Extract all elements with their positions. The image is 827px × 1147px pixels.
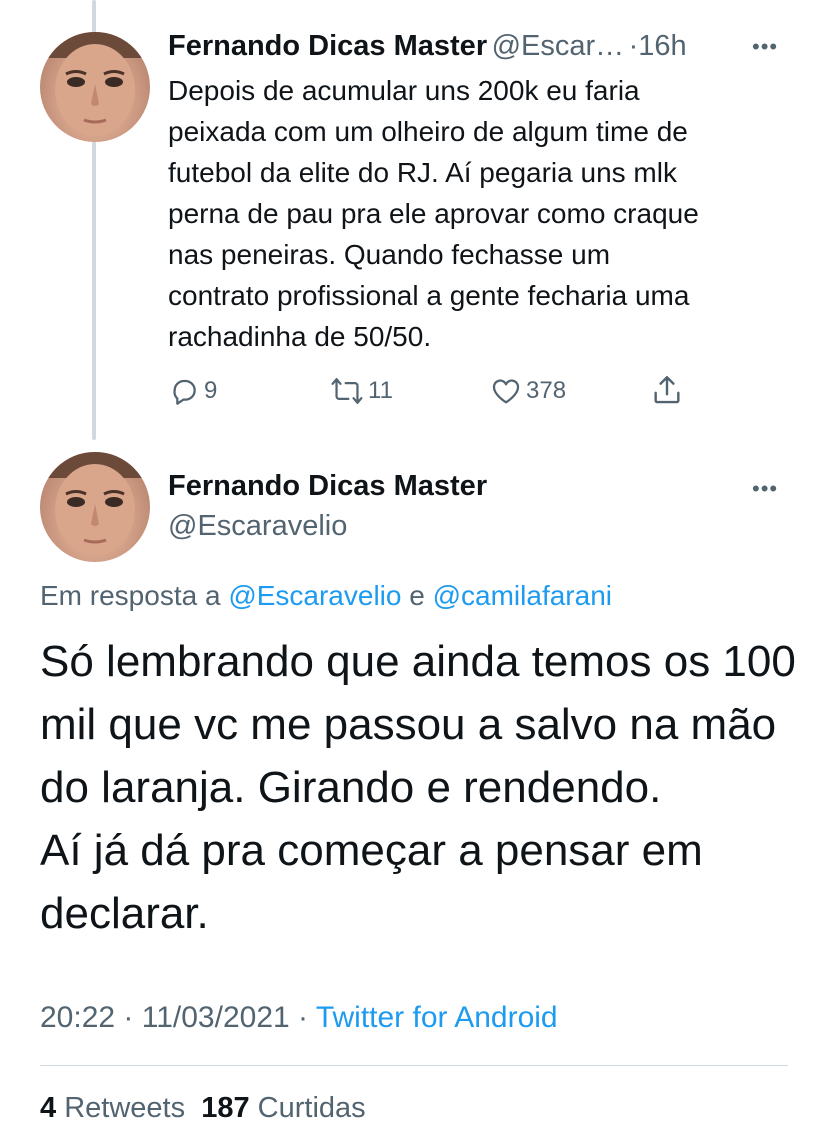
tweet-time[interactable]: 20:22 bbox=[40, 1001, 115, 1034]
date-separator: · bbox=[123, 1001, 134, 1034]
parent-tweet-time[interactable]: 16h bbox=[638, 30, 686, 62]
like-count: 378 bbox=[526, 377, 567, 404]
reply-context: Em resposta a @Escaravelio e @camilafara… bbox=[40, 580, 612, 612]
stats-divider bbox=[40, 1065, 788, 1066]
main-more-icon[interactable]: ••• bbox=[752, 476, 778, 502]
like-icon bbox=[490, 375, 522, 407]
share-icon bbox=[650, 372, 684, 408]
parent-tweet-text: Depois de acumular uns 200k eu faria pei… bbox=[168, 75, 699, 352]
reply-button[interactable]: 9 bbox=[168, 375, 217, 407]
likes-label: Curtidas bbox=[257, 1092, 366, 1124]
likes-stat[interactable]: 187 Curtidas bbox=[201, 1092, 365, 1124]
main-author-name[interactable]: Fernando Dicas Master bbox=[168, 470, 487, 503]
share-button[interactable] bbox=[650, 372, 684, 408]
retweets-stat[interactable]: 4 Retweets bbox=[40, 1092, 185, 1124]
likes-count: 187 bbox=[201, 1092, 250, 1124]
reply-user-link-1[interactable]: @Escaravelio bbox=[228, 580, 401, 611]
retweet-icon bbox=[330, 375, 364, 407]
reply-user-link-2[interactable]: @camilafarani bbox=[433, 580, 612, 611]
parent-author-handle[interactable]: @Escar… bbox=[492, 30, 625, 62]
tweet-metadata: 20:22 · 11/03/2021 · Twitter for Android bbox=[40, 1001, 558, 1035]
tweet-stats: 4 Retweets 187 Curtidas bbox=[40, 1092, 366, 1125]
retweets-label: Retweets bbox=[64, 1092, 186, 1124]
parent-tweet-header: Fernando Dicas Master @Escar… ·16h bbox=[168, 30, 687, 63]
reply-conjunction: e bbox=[409, 580, 425, 611]
reply-prefix: Em resposta a bbox=[40, 580, 221, 611]
like-button[interactable]: 378 bbox=[490, 375, 566, 407]
main-author-avatar[interactable] bbox=[40, 452, 150, 562]
retweet-button[interactable]: 11 bbox=[330, 375, 393, 407]
parent-author-avatar[interactable] bbox=[40, 32, 150, 142]
main-author-handle[interactable]: @Escaravelio bbox=[168, 510, 347, 543]
tweet-source-link[interactable]: Twitter for Android bbox=[316, 1001, 558, 1034]
source-separator: · bbox=[298, 1001, 309, 1034]
tweet-date[interactable]: 11/03/2021 bbox=[142, 1001, 290, 1034]
reply-icon bbox=[168, 375, 200, 407]
main-tweet-text: Só lembrando que ainda temos os 100 mil … bbox=[40, 637, 796, 938]
parent-more-icon[interactable]: ••• bbox=[752, 34, 778, 60]
retweets-count: 4 bbox=[40, 1092, 57, 1124]
parent-time-separator: · bbox=[628, 30, 639, 62]
parent-author-name[interactable]: Fernando Dicas Master bbox=[168, 30, 487, 62]
retweet-count: 11 bbox=[368, 377, 393, 404]
reply-count: 9 bbox=[204, 377, 218, 404]
